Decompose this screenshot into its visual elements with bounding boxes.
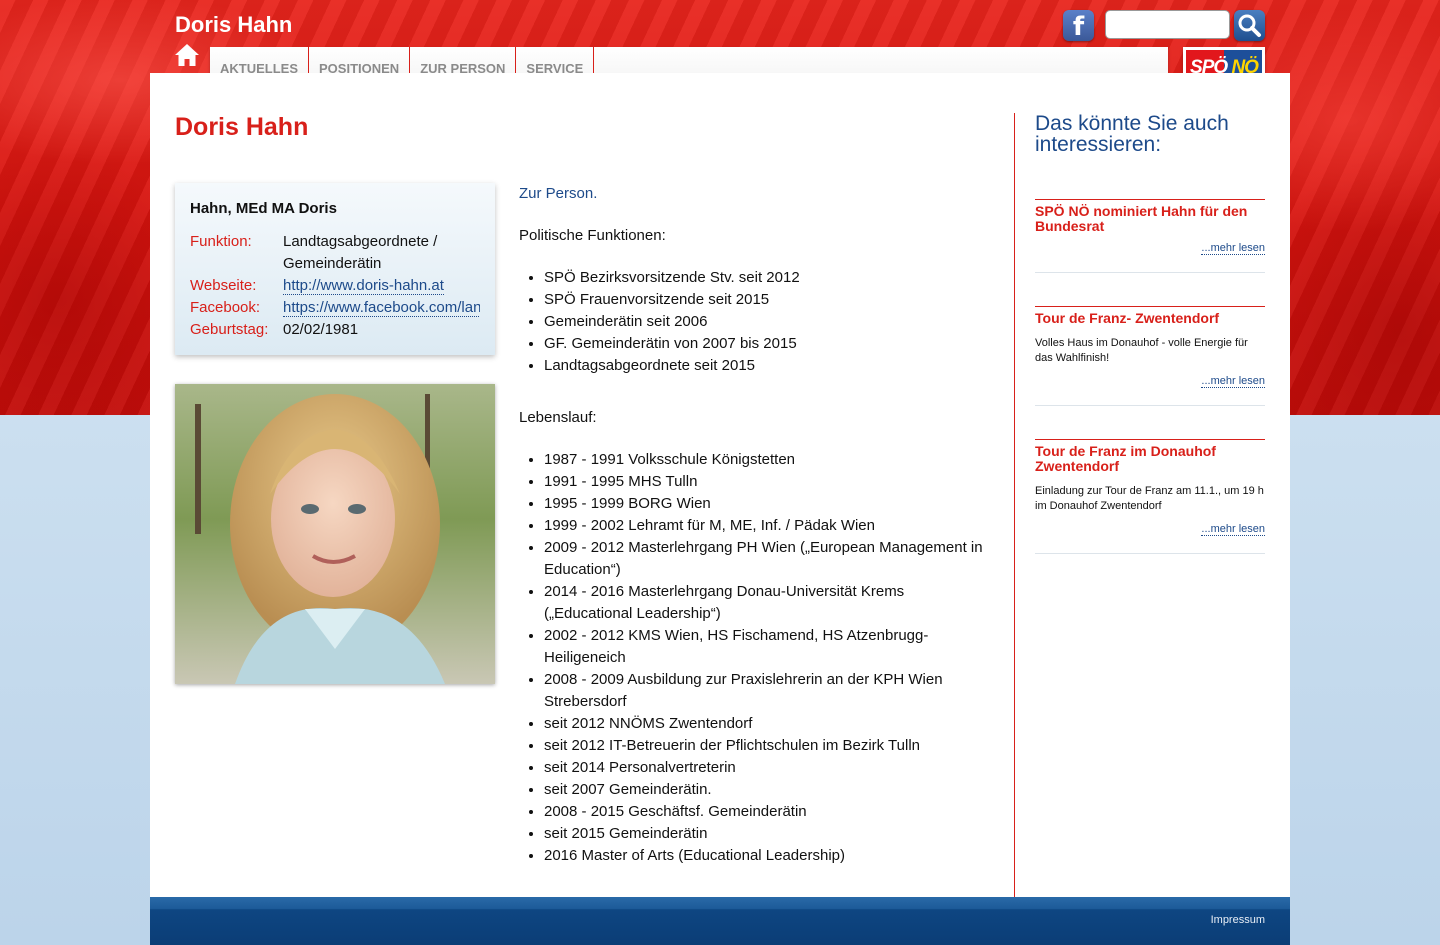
geburtstag-label: Geburtstag:: [190, 321, 269, 338]
list-item: seit 2012 NNÖMS Zwentendorf: [544, 713, 989, 735]
search-button[interactable]: [1234, 10, 1265, 41]
site-title[interactable]: Doris Hahn: [175, 12, 292, 38]
list-item: 1995 - 1999 BORG Wien: [544, 493, 989, 515]
list-item: Landtagsabgeordnete seit 2015: [544, 355, 989, 377]
list-item: 2009 - 2012 Masterlehrgang PH Wien („Eur…: [544, 537, 989, 581]
list-item: 1999 - 2002 Lehramt für M, ME, Inf. / Pä…: [544, 515, 989, 537]
sidebar-title: Das könnte Sie auch interessieren:: [1035, 112, 1229, 156]
webseite-link-text: http://www.doris-hahn.at: [283, 277, 444, 295]
page-title: Doris Hahn: [175, 113, 309, 141]
footer: Impressum: [150, 897, 1290, 945]
webseite-link[interactable]: http://www.doris-hahn.at: [283, 275, 480, 297]
read-more-text: ...mehr lesen: [1201, 375, 1265, 388]
facebook-link-text: https://www.facebook.com/lan: [283, 299, 480, 317]
news-title[interactable]: SPÖ NÖ nominiert Hahn für den Bundesrat: [1035, 204, 1265, 234]
related-sidebar: Das könnte Sie auch interessieren: SPÖ N…: [1035, 113, 1265, 587]
list-item: seit 2014 Personalvertreterin: [544, 757, 989, 779]
politische-heading: Politische Funktionen:: [519, 227, 666, 244]
search-icon: [1238, 14, 1261, 37]
profile-photo: [175, 384, 495, 684]
impressum-link[interactable]: Impressum: [1211, 914, 1265, 926]
news-title[interactable]: Tour de Franz im Donauhof Zwentendorf: [1035, 444, 1265, 474]
news-item: SPÖ NÖ nominiert Hahn für den Bundesrat …: [1035, 199, 1265, 273]
list-item: 2008 - 2009 Ausbildung zur Praxislehreri…: [544, 669, 989, 713]
list-item: 2014 - 2016 Masterlehrgang Donau-Univers…: [544, 581, 989, 625]
news-teaser: Volles Haus im Donauhof - volle Energie …: [1035, 337, 1248, 364]
read-more-link[interactable]: ...mehr lesen: [1035, 242, 1265, 255]
funktion-value: Landtagsabgeordnete / Gemeinderätin: [283, 233, 438, 272]
funktion-label: Funktion:: [190, 233, 252, 250]
list-item: 2016 Master of Arts (Educational Leaders…: [544, 845, 989, 867]
news-item: Tour de Franz- Zwentendorf Volles Haus i…: [1035, 306, 1265, 406]
lebenslauf-heading: Lebenslauf:: [519, 409, 597, 426]
list-item: 1987 - 1991 Volksschule Königstetten: [544, 449, 989, 471]
list-item: Gemeinderätin seit 2006: [544, 311, 989, 333]
webseite-label: Webseite:: [190, 277, 257, 294]
list-item: SPÖ Frauenvorsitzende seit 2015: [544, 289, 989, 311]
home-icon[interactable]: [174, 42, 200, 68]
list-item: GF. Gemeinderätin von 2007 bis 2015: [544, 333, 989, 355]
facebook-icon[interactable]: f: [1063, 10, 1094, 41]
read-more-text: ...mehr lesen: [1201, 242, 1265, 255]
read-more-link[interactable]: ...mehr lesen: [1035, 375, 1265, 388]
profile-name: Hahn, MEd MA Doris: [190, 200, 337, 217]
profile-card: Hahn, MEd MA Doris Funktion: Landtagsabg…: [175, 183, 495, 355]
list-item: seit 2012 IT-Betreuerin der Pflichtschul…: [544, 735, 989, 757]
list-item: seit 2007 Gemeinderätin.: [544, 779, 989, 801]
geburtstag-value: 02/02/1981: [283, 321, 359, 338]
sidebar-divider: [1014, 113, 1015, 897]
intro-text: Zur Person.: [519, 185, 598, 202]
facebook-label: Facebook:: [190, 299, 261, 316]
list-item: 2008 - 2015 Geschäftsf. Gemeinderätin: [544, 801, 989, 823]
politische-list: SPÖ Bezirksvorsitzende Stv. seit 2012 SP…: [519, 267, 989, 377]
news-teaser: Einladung zur Tour de Franz am 11.1., um…: [1035, 485, 1264, 512]
person-content: Zur Person. Politische Funktionen: SPÖ B…: [519, 183, 989, 867]
read-more-link[interactable]: ...mehr lesen: [1035, 523, 1265, 536]
search-input[interactable]: [1105, 10, 1230, 39]
list-item: 1991 - 1995 MHS Tulln: [544, 471, 989, 493]
news-title[interactable]: Tour de Franz- Zwentendorf: [1035, 311, 1265, 326]
list-item: seit 2015 Gemeinderätin: [544, 823, 989, 845]
news-item: Tour de Franz im Donauhof Zwentendorf Ei…: [1035, 439, 1265, 554]
list-item: SPÖ Bezirksvorsitzende Stv. seit 2012: [544, 267, 989, 289]
facebook-link[interactable]: https://www.facebook.com/lan: [283, 297, 480, 319]
list-item: 2002 - 2012 KMS Wien, HS Fischamend, HS …: [544, 625, 989, 669]
lebenslauf-list: 1987 - 1991 Volksschule Königstetten 199…: [519, 449, 989, 867]
read-more-text: ...mehr lesen: [1201, 523, 1265, 536]
